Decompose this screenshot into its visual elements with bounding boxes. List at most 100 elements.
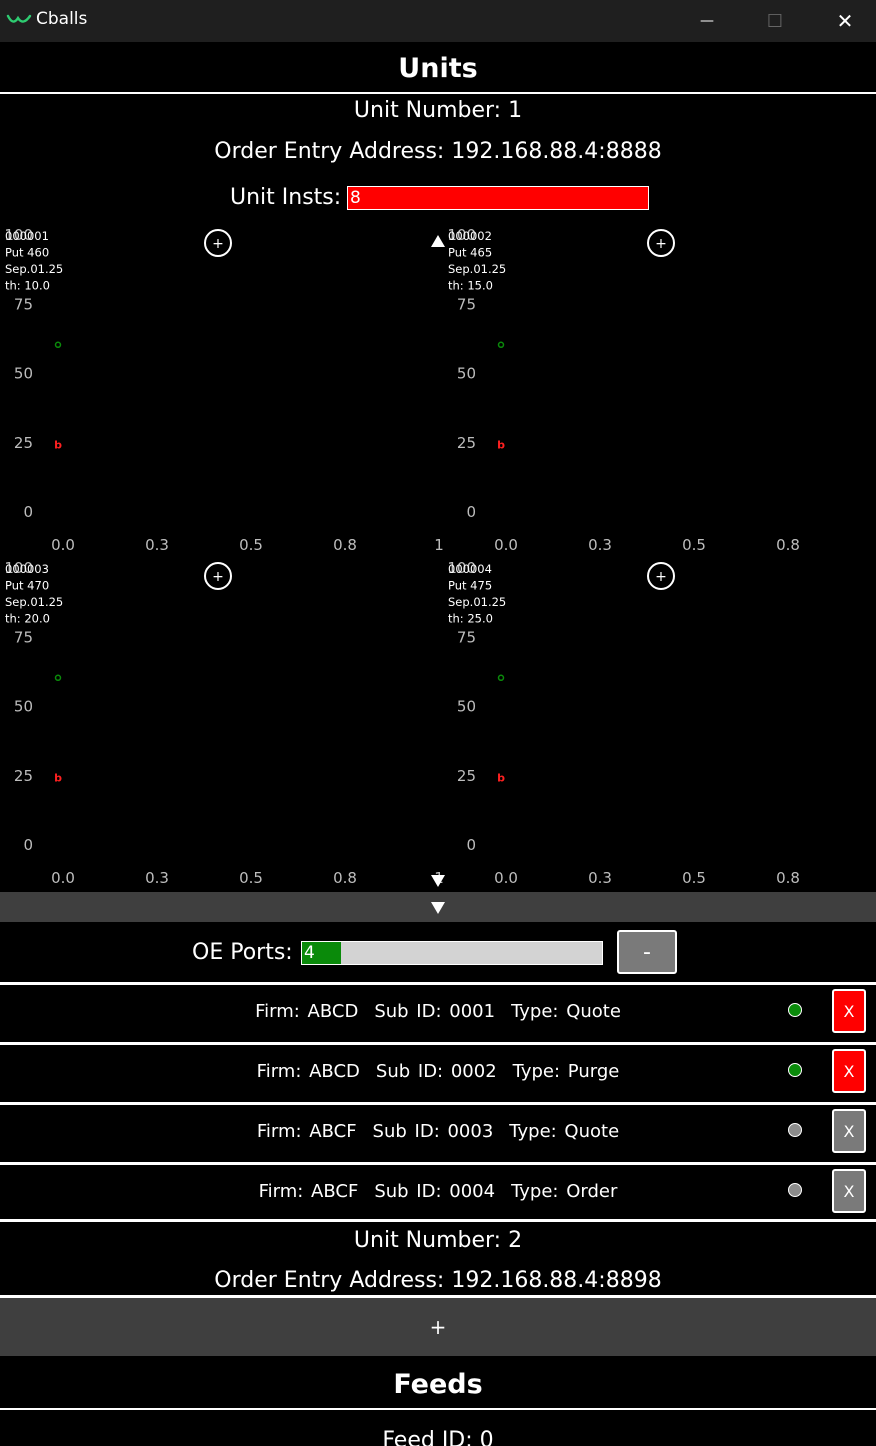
plus-icon: + (429, 1315, 447, 1339)
order-entry-address: Order Entry Address: 192.168.88.4:8898 (214, 1268, 662, 1293)
oe-port-row: Firm: ABCF Sub ID: 0003 Type: Quote X (0, 1102, 876, 1158)
x-tick-label: 0.0 (51, 536, 75, 554)
y-tick-label: 25 (457, 767, 476, 785)
data-point-o (497, 341, 505, 349)
instrument-info-line: th: 15.0 (448, 279, 493, 293)
y-tick-label: 75 (14, 295, 33, 313)
add-instrument-button[interactable]: + (204, 229, 232, 257)
scroll-down-icon[interactable] (430, 874, 446, 888)
instrument-info-line: Put 475 (448, 579, 492, 593)
x-tick-label: 0.0 (494, 536, 518, 554)
unit-insts-bar: 8 (347, 186, 649, 210)
oe-port-info: Firm: ABCF Sub ID: 0004 Type: Order (0, 1165, 876, 1218)
y-tick-label: 25 (457, 434, 476, 452)
port-status-dot (788, 1183, 802, 1197)
instrument-info-line: th: 20.0 (5, 612, 50, 626)
remove-port-button[interactable]: - (617, 930, 677, 974)
data-point-b: b (54, 439, 62, 452)
port-sub-id: Sub ID: 0002 (375, 1061, 497, 1082)
x-tick-label: 0.3 (145, 536, 169, 554)
unit-chart[interactable]: 10075502500.00.30.50.81b000003Put 470Sep… (0, 558, 443, 891)
instrument-info-line: Put 465 (448, 246, 492, 260)
unit-number: Unit Number: 1 (353, 98, 523, 123)
oe-ports-fill: 4 (302, 942, 341, 964)
x-tick-label: 0.8 (333, 869, 357, 887)
remove-port-button[interactable]: X (832, 1049, 866, 1093)
y-tick-label: 0 (23, 503, 33, 521)
unit-2-panel: Unit Number: 2 Order Entry Address: 192.… (0, 1222, 876, 1296)
collapse-bar[interactable] (0, 892, 876, 922)
y-tick-label: 0 (23, 836, 33, 854)
add-instrument-button[interactable]: + (647, 229, 675, 257)
add-instrument-button[interactable]: + (647, 562, 675, 590)
app-logo-icon (6, 14, 32, 23)
unit-chart[interactable]: 10075502500.00.30.50.81b000002Put 465Sep… (443, 225, 876, 558)
y-tick-label: 50 (14, 365, 33, 383)
remove-port-button[interactable]: X (832, 1109, 866, 1153)
remove-port-button[interactable]: X (832, 989, 866, 1033)
oe-port-row: Firm: ABCD Sub ID: 0002 Type: Purge X (0, 1042, 876, 1098)
instrument-info-line: 000002 (448, 229, 492, 243)
plus-icon: + (655, 236, 667, 252)
instrument-info-line: th: 10.0 (5, 279, 50, 293)
instrument-info-line: Sep.01.25 (448, 595, 506, 609)
instrument-info-line: 000003 (5, 562, 49, 576)
oe-ports-bar: 4 (301, 941, 603, 965)
unit-number: Unit Number: 2 (353, 1228, 523, 1253)
oe-port-info: Firm: ABCF Sub ID: 0003 Type: Quote (0, 1105, 876, 1158)
port-type: Type: Order (511, 1181, 618, 1202)
port-firm: Firm: ABCD (255, 1001, 359, 1022)
y-tick-label: 0 (466, 503, 476, 521)
data-point-b: b (54, 772, 62, 785)
data-point-o (54, 341, 62, 349)
x-tick-label: 1 (434, 536, 443, 554)
instrument-info-line: Sep.01.25 (5, 262, 63, 276)
data-point-o (497, 674, 505, 682)
scroll-up-icon[interactable] (430, 234, 446, 248)
port-type: Type: Quote (511, 1001, 621, 1022)
unit-charts-panel[interactable]: 100 75 50 25 0 0.0 0.3 0.5 0.8 1 b 000001 Put 460 Sep… (0, 225, 876, 891)
minimize-button[interactable]: — (672, 0, 742, 42)
maximize-icon: ☐ (766, 10, 784, 32)
oe-port-row: Firm: ABCF Sub ID: 0004 Type: Order X (0, 1162, 876, 1218)
y-tick-label: 75 (457, 628, 476, 646)
title-bar: Cballs — ☐ ✕ (0, 0, 876, 42)
oe-ports-label: OE Ports: (192, 940, 293, 965)
remove-port-button[interactable]: X (832, 1169, 866, 1213)
units-header: Units (0, 44, 876, 94)
y-tick-label: 50 (457, 698, 476, 716)
add-unit-button[interactable]: + (0, 1298, 876, 1356)
y-tick-label: 75 (457, 295, 476, 313)
oe-port-row: Firm: ABCD Sub ID: 0001 Type: Quote X (0, 982, 876, 1038)
y-tick-label: 75 (14, 628, 33, 646)
instrument-info-line: Put 470 (5, 579, 49, 593)
data-point-b: b (497, 772, 505, 785)
add-instrument-button[interactable]: + (204, 562, 232, 590)
close-window-button[interactable]: ✕ (810, 0, 876, 42)
y-tick-label: 25 (14, 434, 33, 452)
unit-chart[interactable]: 10075502500.0 0.3 0.5 0.8 1b000001Put 460Sep… (0, 225, 443, 558)
x-tick-label: 0.5 (239, 869, 263, 887)
plus-icon: + (212, 569, 224, 585)
port-sub-id: Sub ID: 0004 (374, 1181, 496, 1202)
x-tick-label: 0.8 (776, 536, 800, 554)
x-tick-label: 0.8 (776, 869, 800, 887)
unit-chart[interactable]: 10075502500.00.30.50.81b000004Put 475Sep… (443, 558, 876, 891)
plus-icon: + (212, 236, 224, 252)
y-tick-label: 50 (457, 365, 476, 383)
order-entry-address: Order Entry Address: 192.168.88.4:8888 (214, 139, 662, 164)
minus-label: - (643, 939, 651, 965)
port-firm: Firm: ABCF (258, 1181, 359, 1202)
unit-insts-label: Unit Insts: (230, 185, 342, 210)
maximize-button[interactable]: ☐ (740, 0, 810, 42)
port-sub-id: Sub ID: 0003 (372, 1121, 494, 1142)
port-type: Type: Purge (512, 1061, 620, 1082)
plus-icon: + (655, 569, 667, 585)
instrument-info-line: 000004 (448, 562, 492, 576)
port-type: Type: Quote (509, 1121, 620, 1142)
x-tick-label: 0.3 (588, 869, 612, 887)
window-title: Cballs (36, 9, 88, 29)
oe-port-info: Firm: ABCD Sub ID: 0002 Type: Purge (0, 1045, 876, 1098)
y-tick-label: 50 (14, 698, 33, 716)
x-tick-label: 0.3 (588, 536, 612, 554)
